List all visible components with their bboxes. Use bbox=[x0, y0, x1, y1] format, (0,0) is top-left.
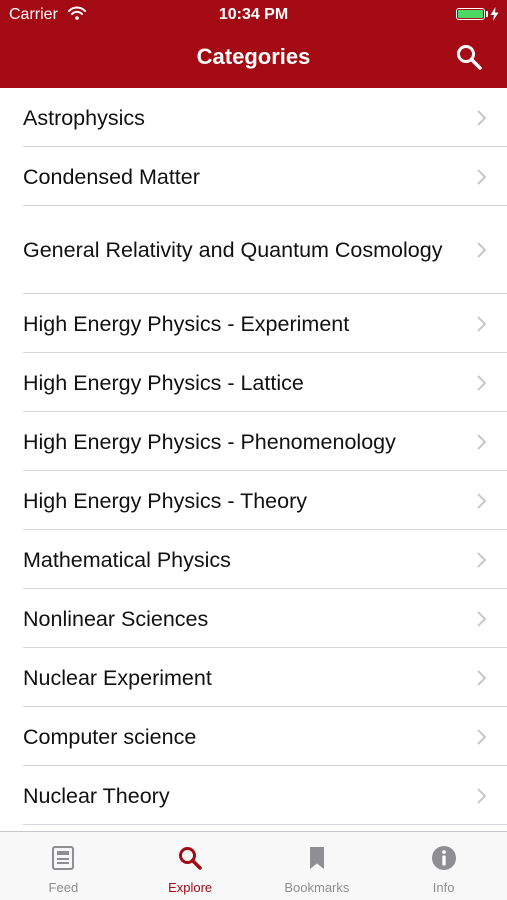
category-label: Nuclear Theory bbox=[23, 783, 170, 808]
search-icon[interactable] bbox=[455, 43, 483, 71]
chevron-right-icon bbox=[477, 492, 487, 509]
category-label: Computer science bbox=[23, 724, 197, 749]
category-label: High Energy Physics - Lattice bbox=[23, 370, 304, 395]
category-row-hep-experiment[interactable]: High Energy Physics - Experiment bbox=[0, 294, 507, 353]
tab-label-bookmarks: Bookmarks bbox=[284, 880, 350, 895]
category-label: Condensed Matter bbox=[23, 164, 200, 189]
chevron-right-icon bbox=[477, 374, 487, 391]
category-row-astrophysics[interactable]: Astrophysics bbox=[0, 88, 507, 147]
category-label: Nonlinear Sciences bbox=[23, 606, 209, 631]
category-label: High Energy Physics - Theory bbox=[23, 488, 307, 513]
navigation-header: Carrier 10:34 PM Categories bbox=[0, 0, 507, 88]
tab-label-info: Info bbox=[432, 880, 455, 895]
tab-label-explore: Explore bbox=[168, 880, 213, 895]
feed-icon bbox=[52, 846, 75, 870]
charging-icon bbox=[490, 7, 499, 21]
category-row-nuclear-theory[interactable]: Nuclear Theory bbox=[0, 766, 507, 825]
chevron-right-icon bbox=[477, 610, 487, 627]
status-time: 10:34 PM bbox=[218, 6, 289, 23]
tab-info[interactable]: Info bbox=[380, 832, 507, 900]
page-title: Categories bbox=[196, 44, 311, 69]
tab-bar: Feed Explore Bookmarks Info bbox=[0, 831, 507, 900]
chevron-right-icon bbox=[477, 787, 487, 804]
category-row-general-relativity[interactable]: General Relativity and Quantum Cosmology bbox=[0, 206, 507, 294]
search-icon bbox=[179, 847, 202, 870]
categories-screen: Carrier 10:34 PM Categories Astrophysics bbox=[0, 0, 507, 900]
category-row-hep-lattice[interactable]: High Energy Physics - Lattice bbox=[0, 353, 507, 412]
chevron-right-icon bbox=[477, 433, 487, 450]
info-icon bbox=[431, 846, 456, 870]
category-row-mathematical-physics[interactable]: Mathematical Physics bbox=[0, 530, 507, 589]
battery-level bbox=[458, 10, 483, 18]
chevron-right-icon bbox=[477, 551, 487, 568]
tab-feed[interactable]: Feed bbox=[0, 832, 127, 900]
category-label: Astrophysics bbox=[23, 105, 145, 130]
tab-bookmarks[interactable]: Bookmarks bbox=[254, 832, 381, 900]
category-label: High Energy Physics - Experiment bbox=[23, 311, 350, 336]
category-row-hep-phenomenology[interactable]: High Energy Physics - Phenomenology bbox=[0, 412, 507, 471]
chevron-right-icon bbox=[477, 669, 487, 686]
tab-label-feed: Feed bbox=[48, 880, 79, 895]
category-row-computer-science[interactable]: Computer science bbox=[0, 707, 507, 766]
chevron-right-icon bbox=[477, 728, 487, 745]
category-label: High Energy Physics - Phenomenology bbox=[23, 429, 396, 454]
category-row-condensed-matter[interactable]: Condensed Matter bbox=[0, 147, 507, 206]
category-row-nonlinear-sciences[interactable]: Nonlinear Sciences bbox=[0, 589, 507, 648]
category-row-nuclear-experiment[interactable]: Nuclear Experiment bbox=[0, 648, 507, 707]
chevron-right-icon bbox=[477, 242, 487, 258]
bookmark-icon bbox=[309, 847, 324, 869]
chevron-right-icon bbox=[477, 315, 487, 332]
category-list: Astrophysics Condensed Matter General Re… bbox=[0, 88, 507, 832]
battery-icon bbox=[456, 8, 485, 20]
tab-explore[interactable]: Explore bbox=[127, 832, 254, 900]
category-row-hep-theory[interactable]: High Energy Physics - Theory bbox=[0, 471, 507, 530]
category-label: General Relativity and Quantum Cosmology bbox=[23, 238, 443, 262]
category-label: Mathematical Physics bbox=[23, 547, 231, 572]
chevron-right-icon bbox=[477, 109, 487, 126]
battery-tip bbox=[486, 11, 488, 17]
category-label: Nuclear Experiment bbox=[23, 665, 212, 690]
chevron-right-icon bbox=[477, 168, 487, 185]
status-bar: Carrier 10:34 PM bbox=[0, 0, 507, 30]
